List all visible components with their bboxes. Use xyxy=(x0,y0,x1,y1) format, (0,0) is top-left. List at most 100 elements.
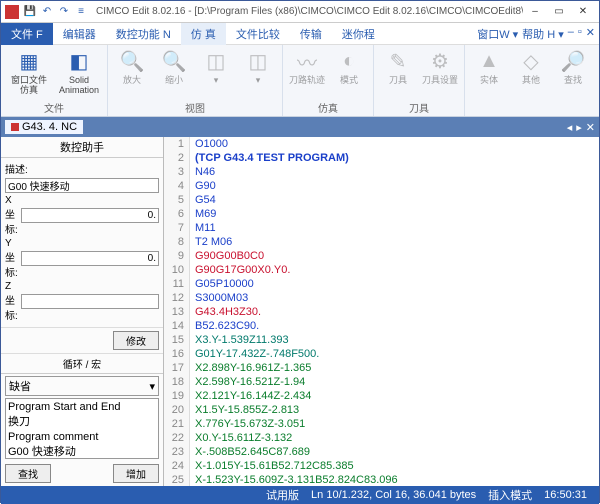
view-extra-button[interactable]: ◫▾ xyxy=(198,47,234,86)
code-line[interactable]: 4G90 xyxy=(164,179,599,193)
add-button[interactable]: 增加 xyxy=(113,464,159,483)
list-item[interactable]: 换刀 xyxy=(8,415,156,430)
code-text: X-1.015Y-15.61B52.712C85.385 xyxy=(190,459,354,473)
close-button[interactable]: ✕ xyxy=(571,3,595,21)
code-line[interactable]: 2(TCP G43.4 TEST PROGRAM) xyxy=(164,151,599,165)
code-text: X1.5Y-15.855Z-2.813 xyxy=(190,403,299,417)
menu-window[interactable]: 窗口W ▾ xyxy=(477,26,518,42)
cube-icon: ◧ xyxy=(65,47,93,75)
code-line[interactable]: 12S3000M03 xyxy=(164,291,599,305)
toolpath-button[interactable]: 〰刀路轨迹 xyxy=(289,47,325,86)
list-item[interactable]: G00 快速移动 xyxy=(8,445,156,459)
code-line[interactable]: 7M11 xyxy=(164,221,599,235)
code-line[interactable]: 21X.776Y-15.673Z-3.051 xyxy=(164,417,599,431)
maximize-button[interactable]: ▭ xyxy=(547,3,571,21)
status-mode: 插入模式 xyxy=(482,487,538,503)
code-line[interactable]: 5G54 xyxy=(164,193,599,207)
line-number: 13 xyxy=(164,305,190,319)
tab-nav-left-icon[interactable]: ◂ xyxy=(567,121,573,134)
code-editor[interactable]: 1O10002(TCP G43.4 TEST PROGRAM)3N464G905… xyxy=(164,137,599,486)
menu-compare[interactable]: 文件比较 xyxy=(226,23,290,45)
view-extra2-button[interactable]: ◫▾ xyxy=(240,47,276,86)
code-text: X-.508B52.645C87.689 xyxy=(190,445,310,459)
minimize-button[interactable]: – xyxy=(523,3,547,21)
menu-sim[interactable]: 仿 真 xyxy=(181,23,226,45)
code-line[interactable]: 10G90G17G00X0.Y0. xyxy=(164,263,599,277)
qat-save-icon[interactable]: 💾 xyxy=(23,5,37,19)
window-sim-button[interactable]: ▦窗口文件仿真 xyxy=(7,47,51,96)
z-input[interactable] xyxy=(21,294,159,309)
default-combo[interactable]: 缺省▾ xyxy=(5,376,159,396)
zoom-in-icon: 🔍 xyxy=(118,47,146,75)
code-line[interactable]: 18X2.598Y-16.521Z-1.94 xyxy=(164,375,599,389)
list-item[interactable]: Program comment xyxy=(8,430,156,445)
menu-nc[interactable]: 数控功能 N xyxy=(106,23,181,45)
find-button-side[interactable]: 查找 xyxy=(5,464,51,483)
y-label: Y 坐标: xyxy=(5,238,21,279)
menu-file[interactable]: 文件 F xyxy=(1,23,53,45)
code-line[interactable]: 19X2.121Y-16.144Z-2.434 xyxy=(164,389,599,403)
file-tab[interactable]: G43. 4. NC xyxy=(5,120,83,134)
inner-min-icon[interactable]: – xyxy=(568,26,574,42)
code-line[interactable]: 14B52.623C90. xyxy=(164,319,599,333)
line-number: 2 xyxy=(164,151,190,165)
macro-list[interactable]: Program Start and End 换刀 Program comment… xyxy=(5,398,159,459)
tab-close-icon[interactable]: ✕ xyxy=(586,121,595,134)
code-line[interactable]: 17X2.898Y-16.961Z-1.365 xyxy=(164,361,599,375)
code-line[interactable]: 15X3.Y-1.539Z11.393 xyxy=(164,333,599,347)
line-number: 4 xyxy=(164,179,190,193)
line-number: 18 xyxy=(164,375,190,389)
menu-mini[interactable]: 迷你程 xyxy=(332,23,385,45)
code-line[interactable]: 9G90G00B0C0 xyxy=(164,249,599,263)
line-number: 7 xyxy=(164,221,190,235)
code-line[interactable]: 23X-.508B52.645C87.689 xyxy=(164,445,599,459)
find-button[interactable]: 🔎查找 xyxy=(555,47,591,86)
code-line[interactable]: 6M69 xyxy=(164,207,599,221)
status-trial: 试用版 xyxy=(260,487,305,503)
line-number: 21 xyxy=(164,417,190,431)
y-input[interactable] xyxy=(21,251,159,266)
tool-button[interactable]: ✎刀具 xyxy=(380,47,416,86)
menu-help[interactable]: 帮助 H ▾ xyxy=(522,26,564,42)
inner-max-icon[interactable]: ▫ xyxy=(578,26,582,42)
code-text: G90G17G00X0.Y0. xyxy=(190,263,290,277)
list-item[interactable]: Program Start and End xyxy=(8,400,156,415)
code-text: M69 xyxy=(190,207,216,221)
zoom-in-button[interactable]: 🔍放大 xyxy=(114,47,150,86)
code-line[interactable]: 16G01Y-17.432Z-.748F500. xyxy=(164,347,599,361)
qat-redo-icon[interactable]: ↷ xyxy=(57,5,71,19)
qat-more-icon[interactable]: ≡ xyxy=(74,5,88,19)
desc-input[interactable] xyxy=(5,178,159,193)
code-line[interactable]: 3N46 xyxy=(164,165,599,179)
tool-settings-button[interactable]: ⚙刀具设置 xyxy=(422,47,458,86)
menu-transfer[interactable]: 传输 xyxy=(290,23,332,45)
line-number: 12 xyxy=(164,291,190,305)
menu-editor[interactable]: 编辑器 xyxy=(53,23,106,45)
line-number: 15 xyxy=(164,333,190,347)
line-number: 10 xyxy=(164,263,190,277)
inner-close-icon[interactable]: ✕ xyxy=(586,26,595,42)
code-line[interactable]: 20X1.5Y-15.855Z-2.813 xyxy=(164,403,599,417)
zoom-out-button[interactable]: 🔍缩小 xyxy=(156,47,192,86)
code-line[interactable]: 13G43.4H3Z30. xyxy=(164,305,599,319)
solid-anim-button[interactable]: ◧Solid Animation xyxy=(57,47,101,96)
other-button[interactable]: ◇其他 xyxy=(513,47,549,86)
modify-button[interactable]: 修改 xyxy=(113,331,159,350)
code-line[interactable]: 24X-1.015Y-15.61B52.712C85.385 xyxy=(164,459,599,473)
solid-button[interactable]: ▲实体 xyxy=(471,47,507,86)
code-text: M11 xyxy=(190,221,216,235)
tab-nav-right-icon[interactable]: ▸ xyxy=(576,121,582,134)
code-line[interactable]: 11G05P10000 xyxy=(164,277,599,291)
group-view-label: 视图 xyxy=(114,99,276,116)
code-line[interactable]: 22X0.Y-15.611Z-3.132 xyxy=(164,431,599,445)
line-number: 1 xyxy=(164,137,190,151)
x-input[interactable] xyxy=(21,208,159,223)
code-line[interactable]: 25X-1.523Y-15.609Z-3.131B52.824C83.096 xyxy=(164,473,599,486)
tool-icon: ✎ xyxy=(384,47,412,75)
group-tool-label: 刀具 xyxy=(380,99,458,116)
code-line[interactable]: 8T2 M06 xyxy=(164,235,599,249)
code-text: N46 xyxy=(190,165,215,179)
mode-button[interactable]: ◐模式 xyxy=(331,47,367,86)
code-line[interactable]: 1O1000 xyxy=(164,137,599,151)
qat-undo-icon[interactable]: ↶ xyxy=(40,5,54,19)
